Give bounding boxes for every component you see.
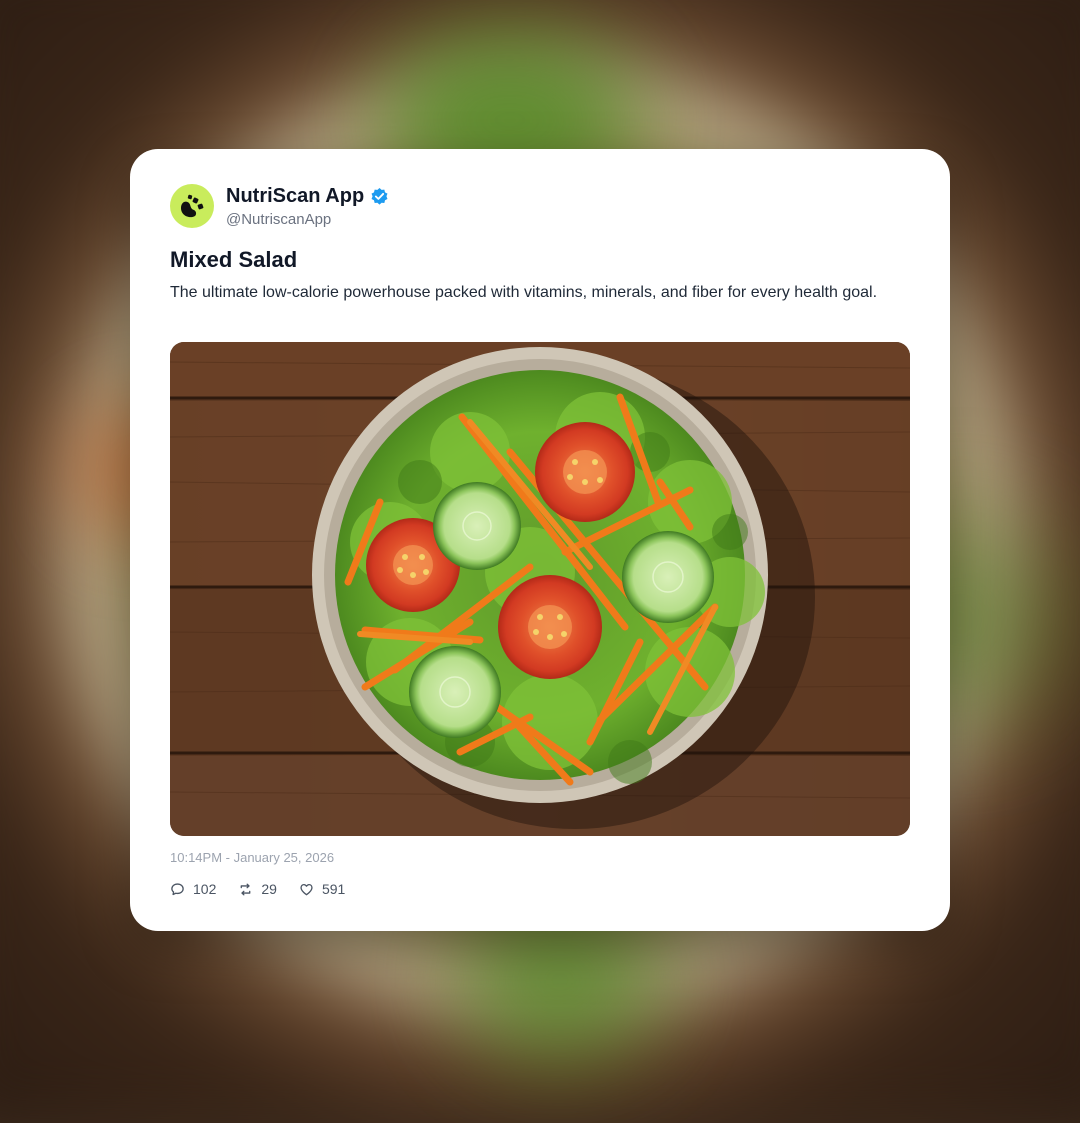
repost-button[interactable]: 29 [238, 881, 277, 897]
post-stats: 102 29 591 [170, 881, 367, 897]
avatar[interactable] [170, 184, 214, 228]
nutriscan-logo-icon [181, 194, 204, 218]
post-image[interactable] [170, 342, 910, 836]
like-button[interactable]: 591 [299, 881, 345, 897]
post-timestamp: 10:14PM - January 25, 2026 [170, 850, 335, 865]
heart-icon [300, 883, 313, 895]
post-card: NutriScan App @NutriscanApp Mixed Salad … [130, 149, 950, 931]
display-name[interactable]: NutriScan App [226, 185, 364, 208]
salad-bowl-photo [170, 342, 910, 836]
comment-icon [171, 882, 184, 895]
post-header: NutriScan App @NutriscanApp [170, 184, 389, 228]
reply-count: 102 [193, 881, 217, 897]
handle[interactable]: @NutriscanApp [226, 211, 389, 228]
post-description: The ultimate low-calorie powerhouse pack… [170, 284, 878, 301]
author-info: NutriScan App @NutriscanApp [226, 185, 389, 228]
post-title: Mixed Salad [170, 247, 298, 272]
repost-icon [240, 883, 251, 895]
verified-badge-icon [371, 187, 388, 205]
reply-button[interactable]: 102 [170, 881, 216, 897]
repost-count: 29 [261, 881, 277, 897]
like-count: 591 [321, 881, 346, 897]
